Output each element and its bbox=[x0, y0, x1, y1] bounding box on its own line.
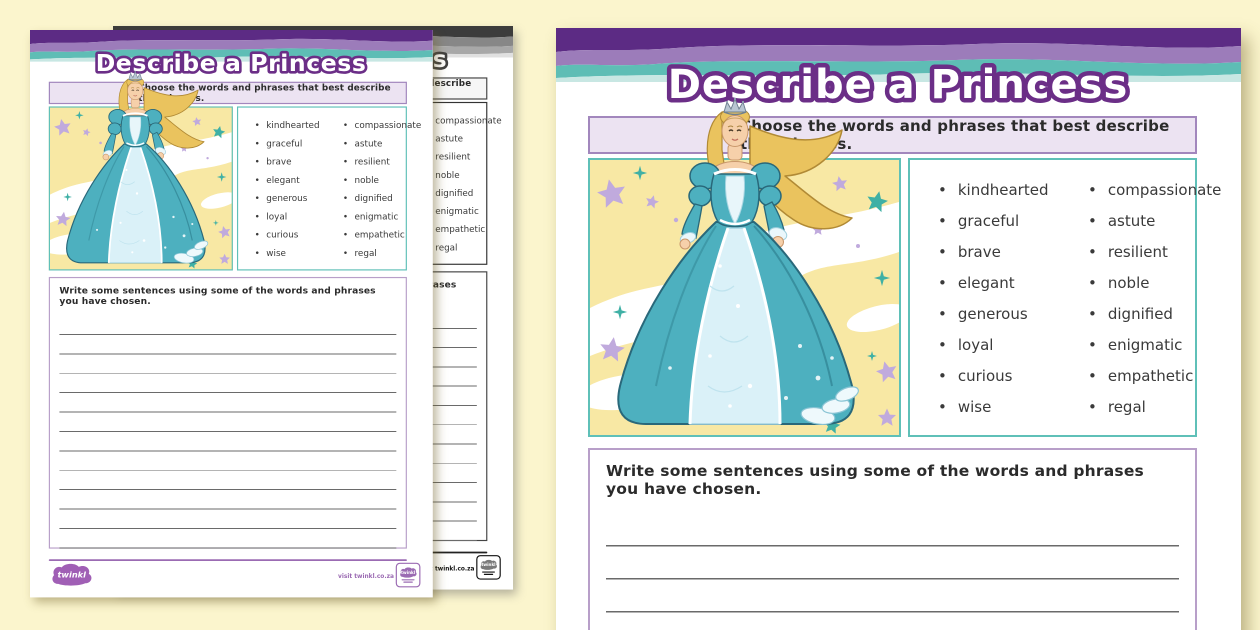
word-list: kindhearted graceful brave elegant gener… bbox=[238, 108, 406, 270]
word-item: graceful bbox=[938, 212, 1088, 230]
svg-text:twinkl: twinkl bbox=[58, 569, 87, 579]
princess-image-box bbox=[49, 106, 233, 270]
word-item: resilient bbox=[343, 156, 421, 167]
word-item: brave bbox=[255, 156, 343, 167]
word-item: generous bbox=[255, 193, 343, 204]
visit-link: visit twinkl.co.za bbox=[247, 573, 394, 579]
writing-lines bbox=[606, 514, 1179, 630]
word-item: elegant bbox=[255, 174, 343, 185]
word-item: dignified bbox=[1088, 305, 1221, 323]
word-list-box: kindhearted graceful brave elegant gener… bbox=[237, 106, 407, 270]
badge-cloud-icon: twinkl bbox=[399, 567, 417, 578]
writing-prompt: Write some sentences using some of the w… bbox=[606, 462, 1179, 498]
word-item: curious bbox=[255, 229, 343, 240]
word-item: empathetic bbox=[1088, 367, 1221, 385]
badge-text-line bbox=[402, 579, 415, 580]
worksheet-title: Describe a Princess bbox=[30, 46, 433, 78]
preview-canvas: Describe a Princess Choose the words and… bbox=[0, 0, 1260, 630]
princess-image-box bbox=[588, 158, 901, 437]
instruction-box: Choose the words and phrases that best d… bbox=[588, 116, 1197, 154]
svg-text:Describe a Princess: Describe a Princess bbox=[668, 62, 1129, 108]
stars-background bbox=[590, 160, 899, 435]
word-item: wise bbox=[255, 247, 343, 258]
instruction-text: Choose the words and phrases that best d… bbox=[740, 117, 1187, 153]
instruction-text: Choose the words and phrases that best d… bbox=[138, 82, 401, 103]
badge-text-line bbox=[403, 582, 412, 583]
word-item: kindhearted bbox=[938, 181, 1088, 199]
worksheet-title: Describe a Princess bbox=[556, 56, 1241, 110]
word-item: enigmatic bbox=[1088, 336, 1221, 354]
word-item: astute bbox=[1088, 212, 1221, 230]
writing-prompt: Write some sentences using some of the w… bbox=[59, 285, 396, 306]
word-item: generous bbox=[938, 305, 1088, 323]
word-item: regal bbox=[1088, 398, 1221, 416]
word-item: noble bbox=[1088, 274, 1221, 292]
word-item: astute bbox=[343, 138, 421, 149]
stars-background bbox=[50, 108, 232, 270]
word-item: enigmatic bbox=[343, 211, 421, 222]
word-item: noble bbox=[343, 174, 421, 185]
twinkl-logo: twinkl bbox=[50, 563, 95, 588]
instruction-box: Choose the words and phrases that best d… bbox=[49, 82, 407, 104]
word-item: graceful bbox=[255, 138, 343, 149]
word-item: loyal bbox=[938, 336, 1088, 354]
word-item: loyal bbox=[255, 211, 343, 222]
word-item: compassionate bbox=[343, 120, 421, 131]
word-item: wise bbox=[938, 398, 1088, 416]
word-item: compassionate bbox=[1088, 181, 1221, 199]
writing-section: Write some sentences using some of the w… bbox=[49, 277, 407, 549]
worksheet-sheet: Describe a Princess Choose the words and… bbox=[30, 30, 433, 597]
word-item: empathetic bbox=[343, 229, 421, 240]
word-list: kindhearted graceful brave elegant gener… bbox=[910, 160, 1195, 436]
svg-text:twinkl: twinkl bbox=[401, 570, 416, 575]
writing-lines bbox=[59, 316, 396, 551]
word-item: dignified bbox=[343, 193, 421, 204]
quality-badge: twinkl bbox=[396, 563, 421, 588]
word-item: brave bbox=[938, 243, 1088, 261]
word-item: regal bbox=[343, 247, 421, 258]
writing-section: Write some sentences using some of the w… bbox=[588, 448, 1197, 630]
word-item: curious bbox=[938, 367, 1088, 385]
word-list-box: kindhearted graceful brave elegant gener… bbox=[908, 158, 1197, 437]
worksheet-sheet: Describe a Princess Choose the words and… bbox=[556, 28, 1241, 630]
word-item: resilient bbox=[1088, 243, 1221, 261]
word-item: elegant bbox=[938, 274, 1088, 292]
footer-divider bbox=[49, 559, 407, 561]
word-item: kindhearted bbox=[255, 120, 343, 131]
svg-text:Describe a Princess: Describe a Princess bbox=[96, 49, 367, 77]
worksheet-page-large: Describe a Princess Choose the words and… bbox=[556, 28, 1241, 630]
